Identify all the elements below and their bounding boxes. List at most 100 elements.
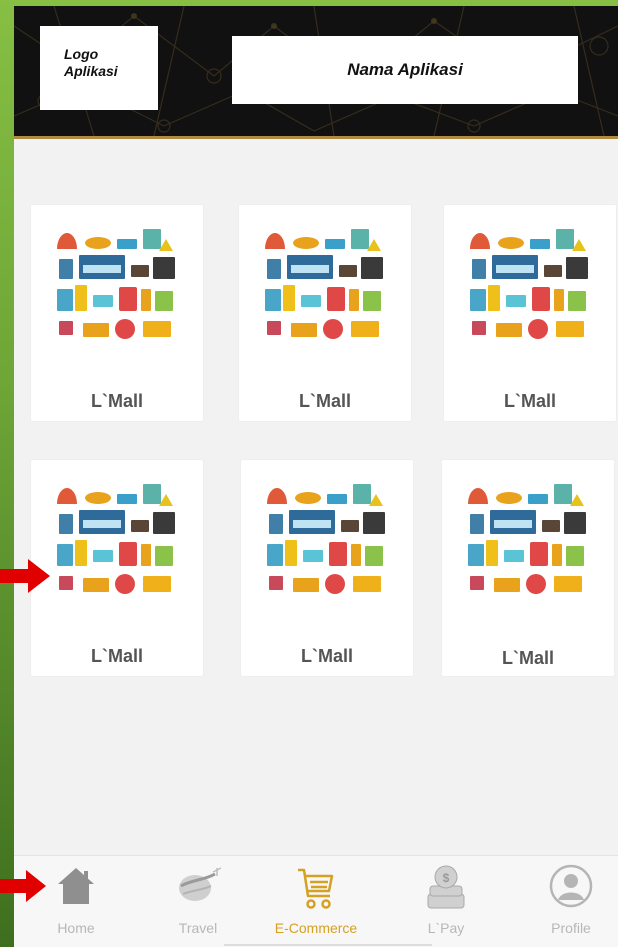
product-thumbnail-shape [115,319,135,339]
product-thumbnail-shape [85,492,111,504]
product-thumbnail-shape [341,520,359,532]
product-card[interactable]: L`Mall [241,460,413,676]
product-thumbnail-shape [285,540,297,566]
product-thumbnail-shape [267,259,281,279]
product-thumbnail-shape [119,542,137,566]
product-thumbnail-shape [83,265,121,273]
nav-label-lpay: L`Pay [427,920,465,936]
product-thumbnail-shape [153,512,175,534]
product-thumbnail-shape [526,574,546,594]
product-thumbnail-shape [504,550,524,562]
product-thumbnail-shape [468,488,488,504]
product-thumbnail-shape [293,578,319,592]
product-thumbnail-shape [75,540,87,566]
product-thumbnail-shape [496,265,534,273]
product-thumbnail-shape [85,237,111,249]
product-card[interactable]: L`Mall [31,460,203,676]
product-thumbnail-shape [267,321,281,335]
product-thumbnail-shape [329,542,347,566]
product-thumbnail-shape [153,257,175,279]
product-card[interactable]: L`Mall [442,460,614,676]
product-thumbnail-shape [363,291,381,311]
product-thumbnail-shape [141,544,151,566]
product-label: L`Mall [91,391,143,411]
product-thumbnail-shape [496,323,522,337]
product-thumbnail-shape [472,321,486,335]
product-thumbnail-shape [472,259,486,279]
user-icon [549,864,593,908]
product-thumbnail-shape [57,488,77,504]
product-thumbnail-shape [506,295,526,307]
nav-item-travel[interactable]: Travel [138,856,258,947]
nav-label-profile: Profile [551,920,591,936]
product-thumbnail-shape [351,321,379,337]
product-thumbnail-shape [59,514,73,534]
product-thumbnail-shape [556,321,584,337]
product-thumbnail-shape [554,576,582,592]
product-thumbnail-shape [301,295,321,307]
product-thumbnail [470,229,588,339]
product-thumbnail [468,484,586,594]
nav-label-travel: Travel [178,920,218,936]
product-thumbnail-shape [283,285,295,311]
product-thumbnail-shape [75,285,87,311]
product-thumbnail-shape [141,289,151,311]
product-label: L`Mall [299,391,351,411]
svg-text:$: $ [443,871,450,885]
product-thumbnail-shape [554,484,572,504]
product-thumbnail-shape [325,574,345,594]
product-thumbnail-shape [269,576,283,590]
product-thumbnail-shape [117,494,137,504]
product-card[interactable]: L`Mall [239,205,411,421]
product-thumbnail-shape [57,544,73,566]
product-thumbnail-shape [159,494,173,506]
product-thumbnail-shape [131,265,149,277]
product-thumbnail-shape [369,494,383,506]
product-thumbnail-shape [115,574,135,594]
product-thumbnail-shape [339,265,357,277]
product-thumbnail-shape [143,321,171,337]
product-label: L`Mall [301,646,353,666]
product-thumbnail-shape [496,492,522,504]
nav-active-indicator [224,944,432,946]
product-thumbnail-shape [351,544,361,566]
product-card[interactable]: L`Mall [31,205,203,421]
product-thumbnail-shape [530,542,548,566]
home-icon [58,868,94,904]
product-label: L`Mall [504,391,556,411]
nav-item-ecommerce[interactable]: E-Commerce [256,856,376,947]
product-thumbnail-shape [353,576,381,592]
product-thumbnail-shape [83,323,109,337]
product-thumbnail-shape [353,484,371,504]
product-thumbnail-shape [159,239,173,251]
bottom-navigation: Home Travel E-Commerce $ L`Pay Profile [14,855,618,947]
product-thumbnail [265,229,383,339]
product-thumbnail-shape [83,520,121,528]
product-thumbnail-shape [486,540,498,566]
app-screen: Logo Aplikasi Nama Aplikasi L`Mall L`Mal… [14,6,618,947]
product-thumbnail-shape [143,229,161,249]
product-card[interactable]: L`Mall [444,205,616,421]
product-thumbnail-shape [325,239,345,249]
product-thumbnail-shape [265,233,285,249]
product-thumbnail-shape [566,257,588,279]
nav-label-home: Home [57,920,95,936]
product-thumbnail-shape [363,512,385,534]
product-thumbnail-shape [267,544,283,566]
shopping-cart-icon [298,868,334,909]
product-thumbnail-shape [323,319,343,339]
product-thumbnail-shape [568,291,586,311]
nav-label-ecommerce: E-Commerce [274,920,358,936]
product-thumbnail-shape [470,514,484,534]
product-thumbnail-shape [564,512,586,534]
product-thumbnail-shape [470,576,484,590]
product-thumbnail-shape [351,229,369,249]
nav-item-profile[interactable]: Profile [511,856,618,947]
product-thumbnail-shape [554,289,564,311]
product-thumbnail-shape [470,233,490,249]
product-thumbnail-shape [327,494,347,504]
product-thumbnail-shape [470,289,486,311]
product-thumbnail-shape [59,576,73,590]
product-thumbnail-shape [528,494,548,504]
nav-item-lpay[interactable]: $ L`Pay [386,856,506,947]
